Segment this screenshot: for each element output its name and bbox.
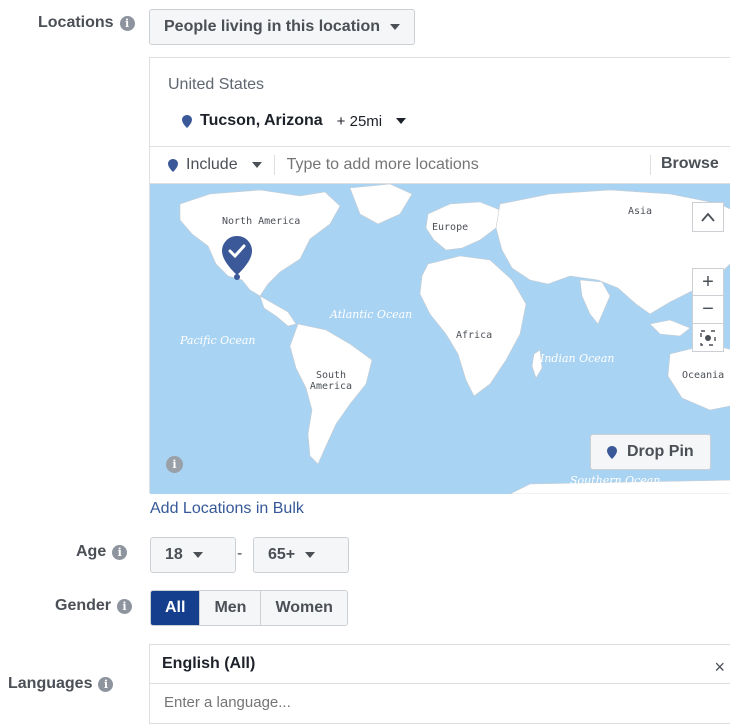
age-separator: - [237, 545, 243, 562]
radius-value[interactable]: + 25mi [337, 113, 382, 130]
south-america-label: South America [309, 370, 353, 392]
remove-language-icon[interactable]: × [714, 657, 725, 678]
gender-selector: All Men Women [150, 590, 348, 626]
info-icon[interactable]: i [112, 544, 128, 560]
europe-label: Europe [432, 222, 469, 233]
age-label: Age [76, 543, 107, 560]
info-icon[interactable]: i [119, 15, 135, 31]
location-selector: United States Tucson, Arizona + 25mi Inc… [149, 57, 730, 494]
africa-label: Africa [456, 330, 493, 341]
drop-pin-label: Drop Pin [627, 443, 694, 460]
location-search-bar: Include Browse [150, 146, 730, 184]
location-type-label: People living in this location [164, 18, 381, 35]
caret-down-icon [305, 552, 316, 558]
north-america-label: North America [222, 216, 301, 227]
gender-option-women[interactable]: Women [260, 591, 347, 625]
languages-selector: English (All) × [149, 644, 730, 724]
zoom-in-icon[interactable]: + [692, 268, 724, 296]
atlantic-ocean-label: Atlantic Ocean [330, 308, 413, 321]
include-label: Include [186, 156, 238, 173]
chevron-up-icon[interactable] [692, 202, 724, 232]
info-icon[interactable]: i [117, 598, 133, 614]
world-map[interactable]: North America Europe Asia Atlantic Ocean… [150, 184, 730, 494]
caret-down-icon [390, 24, 401, 30]
gender-label: Gender [55, 597, 112, 614]
age-min-value: 18 [165, 546, 183, 563]
age-max-value: 65+ [268, 546, 296, 563]
gender-option-all[interactable]: All [151, 591, 200, 625]
locate-icon[interactable] [692, 324, 724, 352]
locations-label: Locations [38, 14, 114, 31]
add-locations-in-bulk-link[interactable]: Add Locations in Bulk [150, 500, 304, 518]
drop-pin-button[interactable]: Drop Pin [590, 434, 711, 470]
oceania-label: Oceania [682, 370, 725, 381]
zoom-out-icon[interactable]: − [692, 296, 724, 324]
gender-option-men[interactable]: Men [199, 591, 261, 625]
radius-caret-icon[interactable] [396, 118, 407, 124]
caret-down-icon [192, 552, 203, 558]
location-search-input[interactable] [284, 155, 615, 175]
age-label-row: Age i [76, 543, 128, 561]
selected-language: English (All) [162, 655, 256, 672]
locations-label-row: Locations i [38, 14, 135, 32]
country-heading: United States [168, 76, 265, 93]
selected-location: Tucson, Arizona + 25mi [182, 112, 407, 130]
selected-location-name[interactable]: Tucson, Arizona [200, 112, 323, 130]
map-pin-icon [607, 445, 617, 459]
caret-down-icon [251, 162, 262, 168]
map-pin-icon [182, 114, 192, 128]
indian-ocean-label: Indian Ocean [540, 352, 615, 365]
info-icon[interactable]: i [98, 676, 114, 692]
pacific-ocean-label: Pacific Ocean [180, 334, 256, 347]
browse-button[interactable]: Browse [650, 155, 719, 175]
divider [150, 683, 730, 684]
map-info-icon[interactable]: i [166, 456, 183, 473]
languages-label-row: Languages i [8, 675, 114, 693]
age-max-dropdown[interactable]: 65+ [253, 537, 349, 573]
age-min-dropdown[interactable]: 18 [150, 537, 236, 573]
location-type-dropdown[interactable]: People living in this location [149, 9, 416, 45]
location-marker-icon[interactable] [222, 236, 252, 280]
gender-label-row: Gender i [55, 597, 133, 615]
asia-label: Asia [628, 206, 653, 217]
include-dropdown[interactable]: Include [150, 155, 275, 175]
languages-label: Languages [8, 675, 93, 692]
language-search-input[interactable] [162, 693, 562, 712]
map-pin-icon [168, 158, 178, 172]
southern-ocean-label: Southern Ocean [570, 474, 661, 487]
